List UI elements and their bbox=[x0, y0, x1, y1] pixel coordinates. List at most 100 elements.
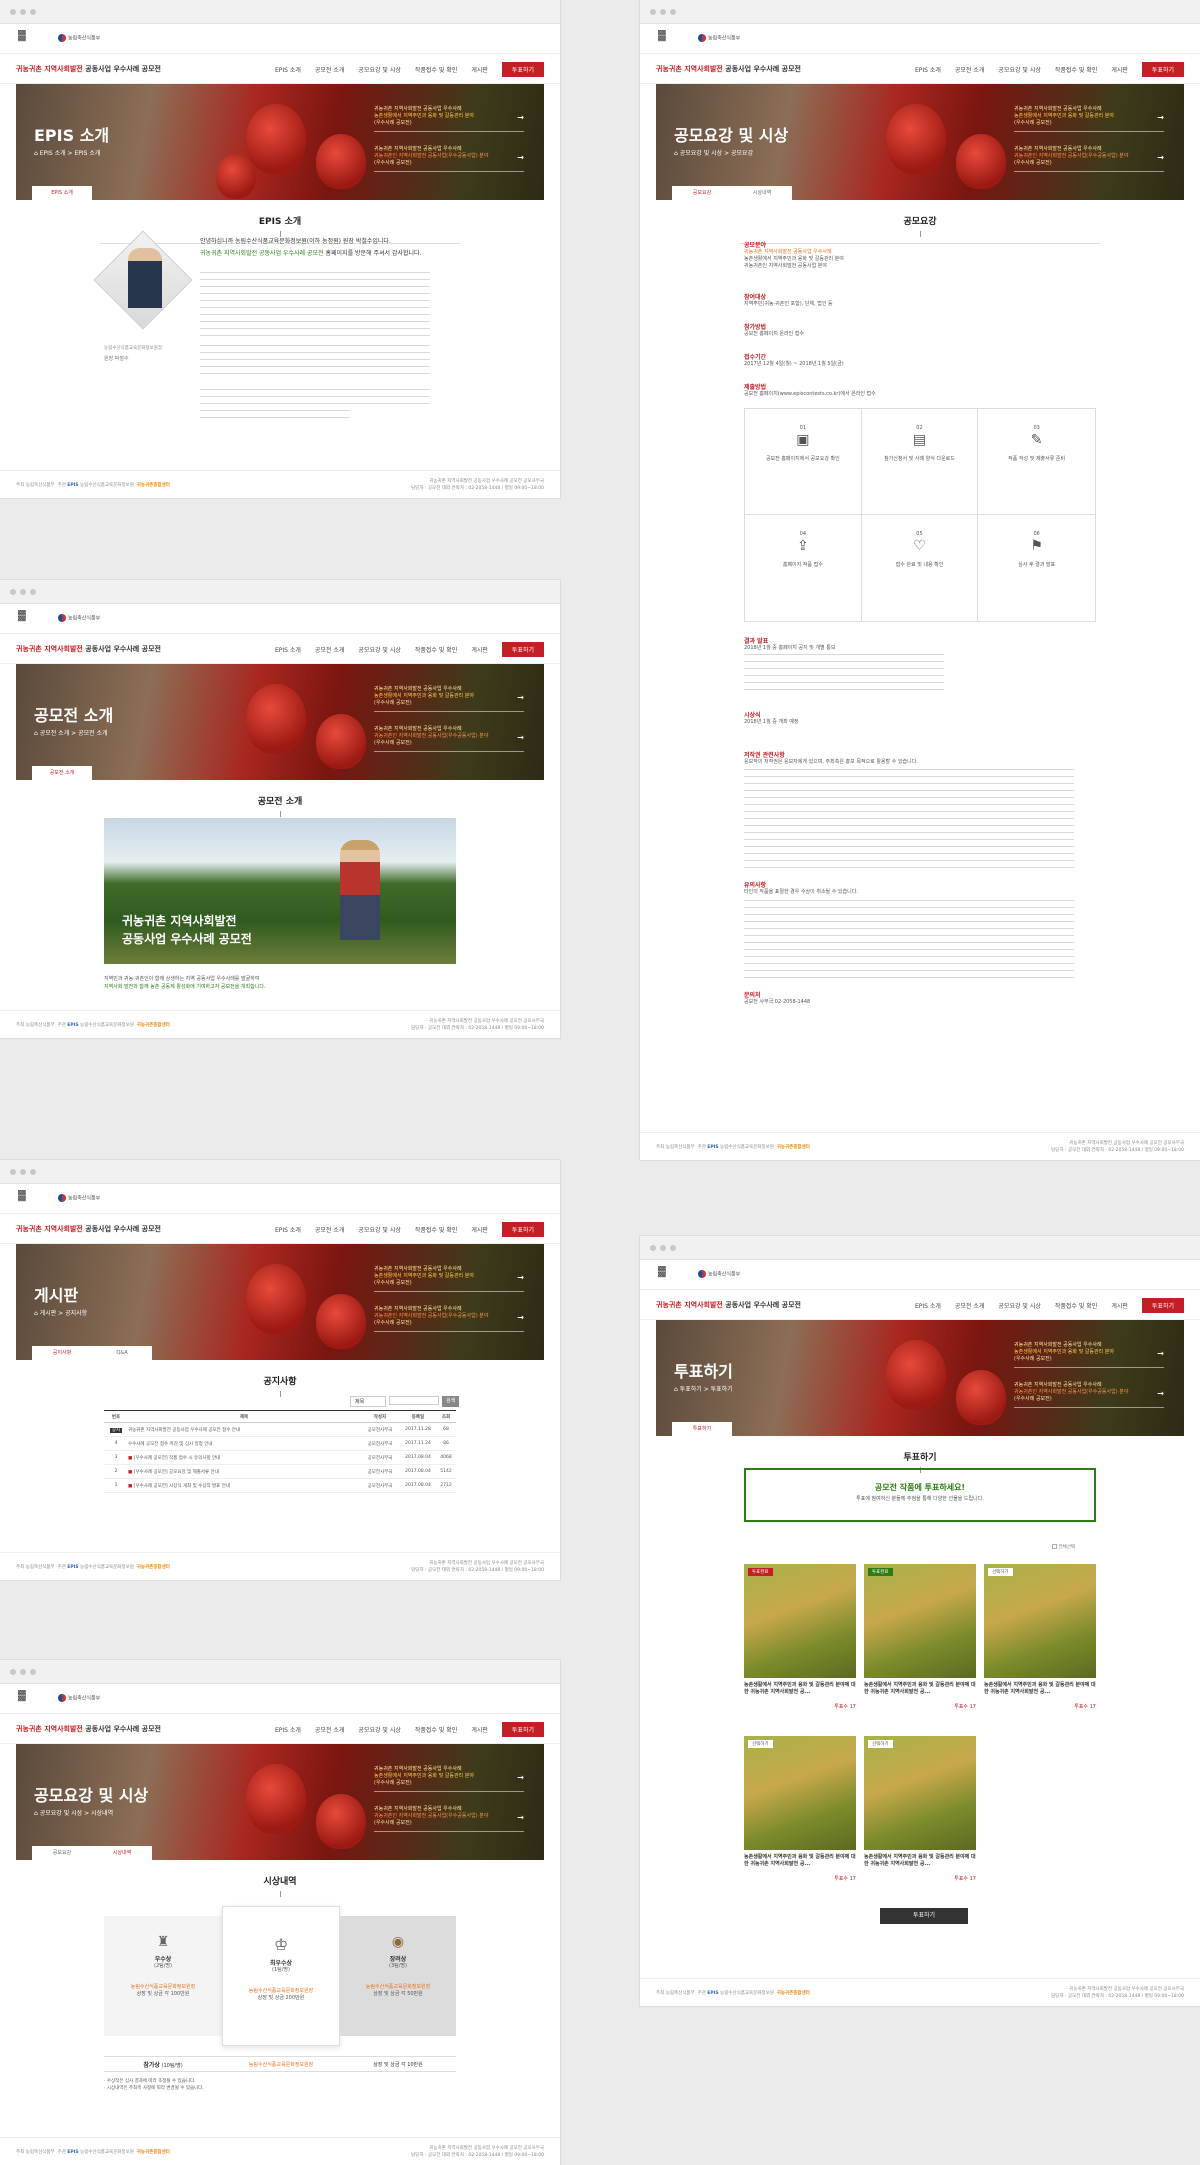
board-search: 제목 검색 bbox=[350, 1396, 460, 1407]
menu-item-epis[interactable]: EPIS 소개 bbox=[915, 65, 941, 74]
table-row[interactable]: 공지 귀농귀촌 지역사회발전 공동사업 우수사례 공모전 접수 안내 공모전사무국 2… bbox=[104, 1423, 456, 1437]
table-row[interactable]: 4 우수사례 공모전 접수 마감 및 심사 일정 안내 공모전사무국 2017.11.… bbox=[104, 1437, 456, 1451]
site-title[interactable]: 귀농귀촌 지역사회발전 공동사업 우수사례 공모전 bbox=[16, 1224, 161, 1234]
site-title[interactable]: 귀농귀촌 지역사회발전 공동사업 우수사례 공모전 bbox=[16, 64, 161, 74]
menu-item-contest[interactable]: 공모전 소개 bbox=[315, 1225, 345, 1234]
vote-button[interactable]: 투표하기 bbox=[501, 1222, 544, 1237]
contest-desc-2: 지역사회 발전과 함께 농촌 공동체 활성화에 기여하고자 공모전을 개최합니다… bbox=[104, 984, 266, 990]
search-button[interactable]: 검색 bbox=[442, 1396, 460, 1407]
tab-awards[interactable]: 시상내역 bbox=[92, 1846, 152, 1860]
tab-qna[interactable]: Q&A bbox=[92, 1346, 152, 1360]
hero-banner: 공모요강 및 시상 ⌂ 공모요강 및 시상 > 공모요강 귀농귀촌 지역사회발전… bbox=[656, 84, 1184, 200]
hero-link-2[interactable]: 귀농귀촌 지역사회발전 공동사업 우수사례 귀농귀촌인 지역사회발전 공동사업(우… bbox=[374, 1806, 524, 1832]
section-title: 공지사항 bbox=[0, 1360, 560, 1397]
menu-item-guide[interactable]: 공모요강 및 시상 bbox=[358, 1225, 400, 1234]
guide-block: 공모분야 귀농귀촌 지역사회발전 공동사업 우수사례 농촌생활에서 지역주민과 융화… bbox=[744, 242, 844, 269]
process-step: 06 ⚑ 심사 후 결과 발표 bbox=[978, 515, 1095, 621]
breadcrumb: ⌂ 게시판 > 공지사항 bbox=[34, 1310, 88, 1317]
select-all-checkbox[interactable]: 전체선택 bbox=[1052, 1544, 1075, 1550]
hero-link-1[interactable]: 귀농귀촌 지역사회발전 공동사업 우수사례 농촌생활에서 지역주민과 융화 및 갈… bbox=[374, 1266, 524, 1292]
hero-link-1[interactable]: 귀농귀촌 지역사회발전 공동사업 우수사례 농촌생활에서 지역주민과 융화 및 갈… bbox=[374, 106, 524, 132]
menu-item-board[interactable]: 게시판 bbox=[471, 1225, 488, 1234]
menu-item-entry[interactable]: 작품접수 및 확인 bbox=[1055, 1301, 1097, 1310]
menu-item-guide[interactable]: 공모요강 및 시상 bbox=[358, 65, 400, 74]
vote-card[interactable]: 투표완료 농촌생활에서 지역주민과 융화 및 갈등관리 분야에 대한 귀농귀촌 … bbox=[864, 1564, 976, 1730]
tab-guide[interactable]: 공모요강 bbox=[32, 1846, 92, 1860]
menu-item-epis[interactable]: EPIS 소개 bbox=[275, 1225, 301, 1234]
site-title[interactable]: 귀농귀촌 지역사회발전 공동사업 우수사례 공모전 bbox=[656, 64, 801, 74]
hero-link-2[interactable]: 귀농귀촌 지역사회발전 공동사업 우수사례 귀농귀촌인 지역사회발전 공동사업(우… bbox=[1014, 146, 1164, 172]
menu-item-contest[interactable]: 공모전 소개 bbox=[315, 645, 345, 654]
file-icon: ■ bbox=[128, 1469, 133, 1475]
menu-item-epis[interactable]: EPIS 소개 bbox=[275, 65, 301, 74]
tab-contest[interactable]: 공모전 소개 bbox=[32, 766, 92, 780]
menu-item-board[interactable]: 게시판 bbox=[471, 645, 488, 654]
award-cards: ♜ 우수상 (2팀/명) 농림수산식품교육문화정보원장 상장 및 상금 각 10… bbox=[104, 1906, 456, 2046]
menu-item-contest[interactable]: 공모전 소개 bbox=[315, 1725, 345, 1734]
menu-item-board[interactable]: 게시판 bbox=[1111, 65, 1128, 74]
menu-item-board[interactable]: 게시판 bbox=[471, 65, 488, 74]
menu-item-guide[interactable]: 공모요강 및 시상 bbox=[358, 1725, 400, 1734]
vote-button[interactable]: 투표하기 bbox=[1141, 1298, 1184, 1313]
site-title[interactable]: 귀농귀촌 지역사회발전 공동사업 우수사례 공모전 bbox=[16, 1724, 161, 1734]
hero-link-2[interactable]: 귀농귀촌 지역사회발전 공동사업 우수사례 귀농귀촌인 지역사회발전 공동사업(우… bbox=[1014, 1382, 1164, 1408]
table-row[interactable]: 2 ■ [우수사례 공모전] 공모요강 및 제출서류 안내 공모전사무국 2017.0… bbox=[104, 1465, 456, 1479]
tab-notice[interactable]: 공지사항 bbox=[32, 1346, 92, 1360]
vote-banner-sub: 투표에 참여하신 분들께 추첨을 통해 다양한 선물을 드립니다. bbox=[856, 1496, 984, 1502]
menu-item-entry[interactable]: 작품접수 및 확인 bbox=[415, 65, 457, 74]
breadcrumb: ⌂ 공모전 소개 > 공모전 소개 bbox=[34, 730, 108, 737]
vote-button[interactable]: 투표하기 bbox=[501, 642, 544, 657]
menu-item-contest[interactable]: 공모전 소개 bbox=[315, 65, 345, 74]
menu-item-epis[interactable]: EPIS 소개 bbox=[275, 1725, 301, 1734]
hero-link-2[interactable]: 귀농귀촌 지역사회발전 공동사업 우수사례 귀농귀촌인 지역사회발전 공동사업(우… bbox=[374, 146, 524, 172]
window-contest: ▓▓ ▓▓ 농림축산식품부 귀농귀촌 지역사회발전 공동사업 우수사례 공모전 EP… bbox=[0, 580, 560, 1038]
vote-card[interactable]: 투표완료 농촌생활에서 지역주민과 융화 및 갈등관리 분야에 대한 귀농귀촌 … bbox=[744, 1564, 856, 1730]
vote-card[interactable]: 선택하기 농촌생활에서 지역주민과 융화 및 갈등관리 분야에 대한 귀농귀촌 … bbox=[984, 1564, 1096, 1730]
footer: 주최 농림축산식품부 주관 EPIS 농림수산식품교육문화정보원 귀농귀촌종합센… bbox=[640, 1132, 1200, 1160]
hero-link-2[interactable]: 귀농귀촌 지역사회발전 공동사업 우수사례 귀농귀촌인 지역사회발전 공동사업(우… bbox=[374, 726, 524, 752]
hero-link-1[interactable]: 귀농귀촌 지역사회발전 공동사업 우수사례 농촌생활에서 지역주민과 융화 및 갈… bbox=[1014, 1342, 1164, 1368]
hero-link-2[interactable]: 귀농귀촌 지역사회발전 공동사업 우수사례 귀농귀촌인 지역사회발전 공동사업(우… bbox=[374, 1306, 524, 1332]
submit-vote-button[interactable]: 투표하기 bbox=[880, 1908, 968, 1924]
menu-item-guide[interactable]: 공모요강 및 시상 bbox=[998, 65, 1040, 74]
section-title: 시상내역 bbox=[0, 1860, 560, 1897]
vote-card[interactable]: 선택하기 농촌생활에서 지역주민과 융화 및 갈등관리 분야에 대한 귀농귀촌 … bbox=[864, 1736, 976, 1902]
menu-item-board[interactable]: 게시판 bbox=[471, 1725, 488, 1734]
site-title[interactable]: 귀농귀촌 지역사회발전 공동사업 우수사례 공모전 bbox=[16, 644, 161, 654]
rice-photo bbox=[864, 1564, 976, 1678]
menu-item-contest[interactable]: 공모전 소개 bbox=[955, 1301, 985, 1310]
menu-item-entry[interactable]: 작품접수 및 확인 bbox=[415, 645, 457, 654]
menu-item-epis[interactable]: EPIS 소개 bbox=[275, 645, 301, 654]
menu-item-guide[interactable]: 공모요강 및 시상 bbox=[358, 645, 400, 654]
hero-banner: 투표하기 ⌂ 투표하기 > 투표하기 귀농귀촌 지역사회발전 공동사업 우수사례… bbox=[656, 1320, 1184, 1436]
menu-item-board[interactable]: 게시판 bbox=[1111, 1301, 1128, 1310]
search-select[interactable]: 제목 bbox=[350, 1396, 386, 1407]
hero-link-1[interactable]: 귀농귀촌 지역사회발전 공동사업 우수사례 농촌생활에서 지역주민과 융화 및 갈… bbox=[374, 686, 524, 712]
hero-link-1[interactable]: 귀농귀촌 지역사회발전 공동사업 우수사례 농촌생활에서 지역주민과 융화 및 갈… bbox=[1014, 106, 1164, 132]
vote-button[interactable]: 투표하기 bbox=[501, 1722, 544, 1737]
menu-item-epis[interactable]: EPIS 소개 bbox=[915, 1301, 941, 1310]
hero-link-1[interactable]: 귀농귀촌 지역사회발전 공동사업 우수사례 농촌생활에서 지역주민과 융화 및 갈… bbox=[374, 1766, 524, 1792]
footer: 주최 농림축산식품부 주관 EPIS 농림수산식품교육문화정보원 귀농귀촌종합센… bbox=[640, 1978, 1200, 2006]
table-row[interactable]: 1 ■ [우수사례 공모전] 시상식 개최 및 수상작 발표 안내 공모전사무국 20… bbox=[104, 1479, 456, 1493]
vote-button[interactable]: 투표하기 bbox=[1141, 62, 1184, 77]
vote-card[interactable]: 선택하기 농촌생활에서 지역주민과 융화 및 갈등관리 분야에 대한 귀농귀촌 … bbox=[744, 1736, 856, 1902]
site-title[interactable]: 귀농귀촌 지역사회발전 공동사업 우수사례 공모전 bbox=[656, 1300, 801, 1310]
vote-button[interactable]: 투표하기 bbox=[501, 62, 544, 77]
tab-vote[interactable]: 투표하기 bbox=[672, 1422, 732, 1436]
hero-title: 공모요강 및 시상 bbox=[34, 1786, 149, 1805]
table-row[interactable]: 3 ■ [우수사례 공모전] 작품 접수 시 유의사항 안내 공모전사무국 2017.… bbox=[104, 1451, 456, 1465]
menu-item-entry[interactable]: 작품접수 및 확인 bbox=[415, 1225, 457, 1234]
menu-item-entry[interactable]: 작품접수 및 확인 bbox=[1055, 65, 1097, 74]
search-input[interactable] bbox=[389, 1396, 439, 1405]
heart-icon: ♡ bbox=[913, 538, 926, 554]
contest-image-title-1: 귀농귀촌 지역사회발전 bbox=[122, 914, 237, 928]
file-icon: ■ bbox=[128, 1483, 133, 1489]
menu-item-guide[interactable]: 공모요강 및 시상 bbox=[998, 1301, 1040, 1310]
tab-epis[interactable]: EPIS 소개 bbox=[32, 186, 92, 200]
guide-block: 시상식 2018년 1월 중 개최 예정 bbox=[744, 712, 799, 725]
menu-item-entry[interactable]: 작품접수 및 확인 bbox=[415, 1725, 457, 1734]
tab-awards[interactable]: 시상내역 bbox=[732, 186, 792, 200]
menu-item-contest[interactable]: 공모전 소개 bbox=[955, 65, 985, 74]
tab-guide[interactable]: 공모요강 bbox=[672, 186, 732, 200]
